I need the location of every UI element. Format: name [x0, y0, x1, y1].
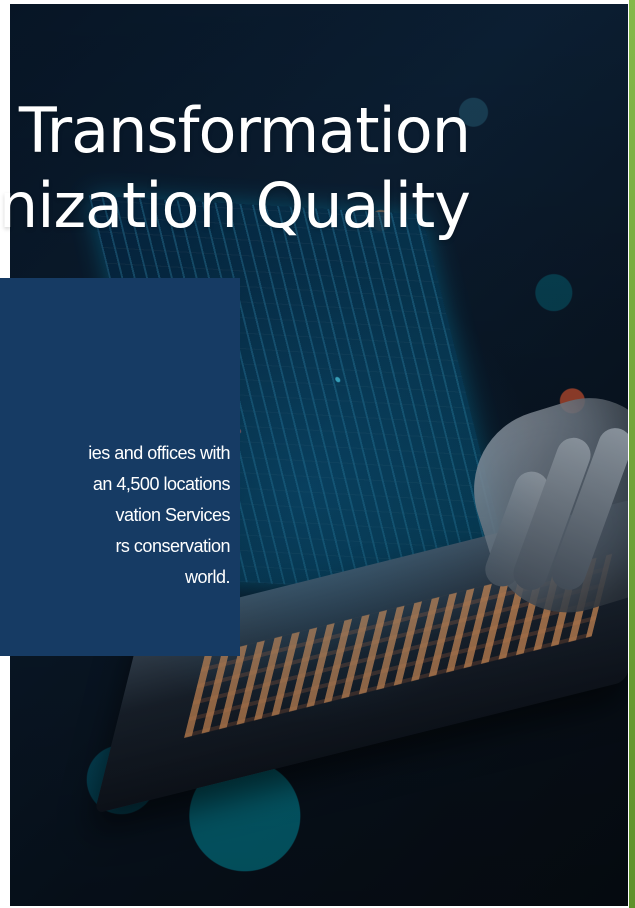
page: Transformation nization Quality ies and … [0, 0, 635, 908]
title-line: Transformation [18, 94, 471, 167]
info-panel: ies and offices with an 4,500 locations … [0, 278, 240, 656]
info-line: ies and offices with [88, 443, 230, 463]
info-text: ies and offices with an 4,500 locations … [0, 438, 230, 593]
bottom-text-fragment: s [0, 821, 3, 841]
info-line: world. [184, 567, 231, 587]
green-accent-edge [629, 0, 635, 908]
info-line: vation Services [115, 505, 230, 525]
info-line: rs conservation [115, 536, 230, 556]
title-line: nization Quality [0, 169, 471, 242]
info-line: an 4,500 locations [92, 474, 231, 494]
page-title: Transformation nization Quality [0, 93, 471, 243]
